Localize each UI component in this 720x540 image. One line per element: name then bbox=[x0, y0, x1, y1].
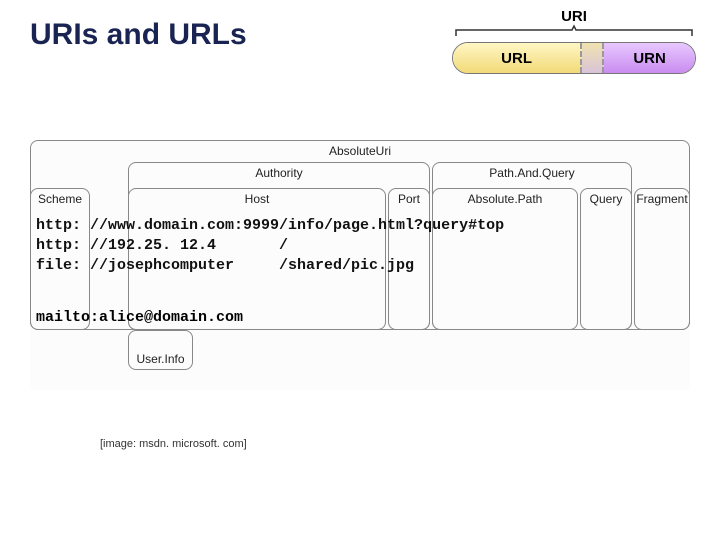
box-fragment: Fragment bbox=[634, 188, 690, 330]
box-userinfo: User.Info bbox=[128, 330, 193, 370]
uri-parts-diagram: AbsoluteUri Authority Path.And.Query Sch… bbox=[30, 140, 690, 390]
uri-urn-url-diagram: URI URL URN bbox=[448, 8, 700, 78]
pill-urn: URN bbox=[604, 43, 695, 73]
pill-row: URL URN bbox=[452, 42, 696, 74]
slide-title: URIs and URLs bbox=[30, 18, 247, 52]
uri-example-mailto: mailto:alice@domain.com bbox=[36, 308, 243, 328]
uri-example-rows: http: //www.domain.com:9999/info/page.ht… bbox=[36, 216, 504, 276]
pill-overlap bbox=[582, 43, 604, 73]
uri-label: URI bbox=[448, 8, 700, 25]
box-query: Query bbox=[580, 188, 632, 330]
image-caption: [image: msdn. microsoft. com] bbox=[100, 438, 247, 450]
uri-bracket bbox=[454, 24, 694, 38]
pill-url: URL bbox=[453, 43, 582, 73]
